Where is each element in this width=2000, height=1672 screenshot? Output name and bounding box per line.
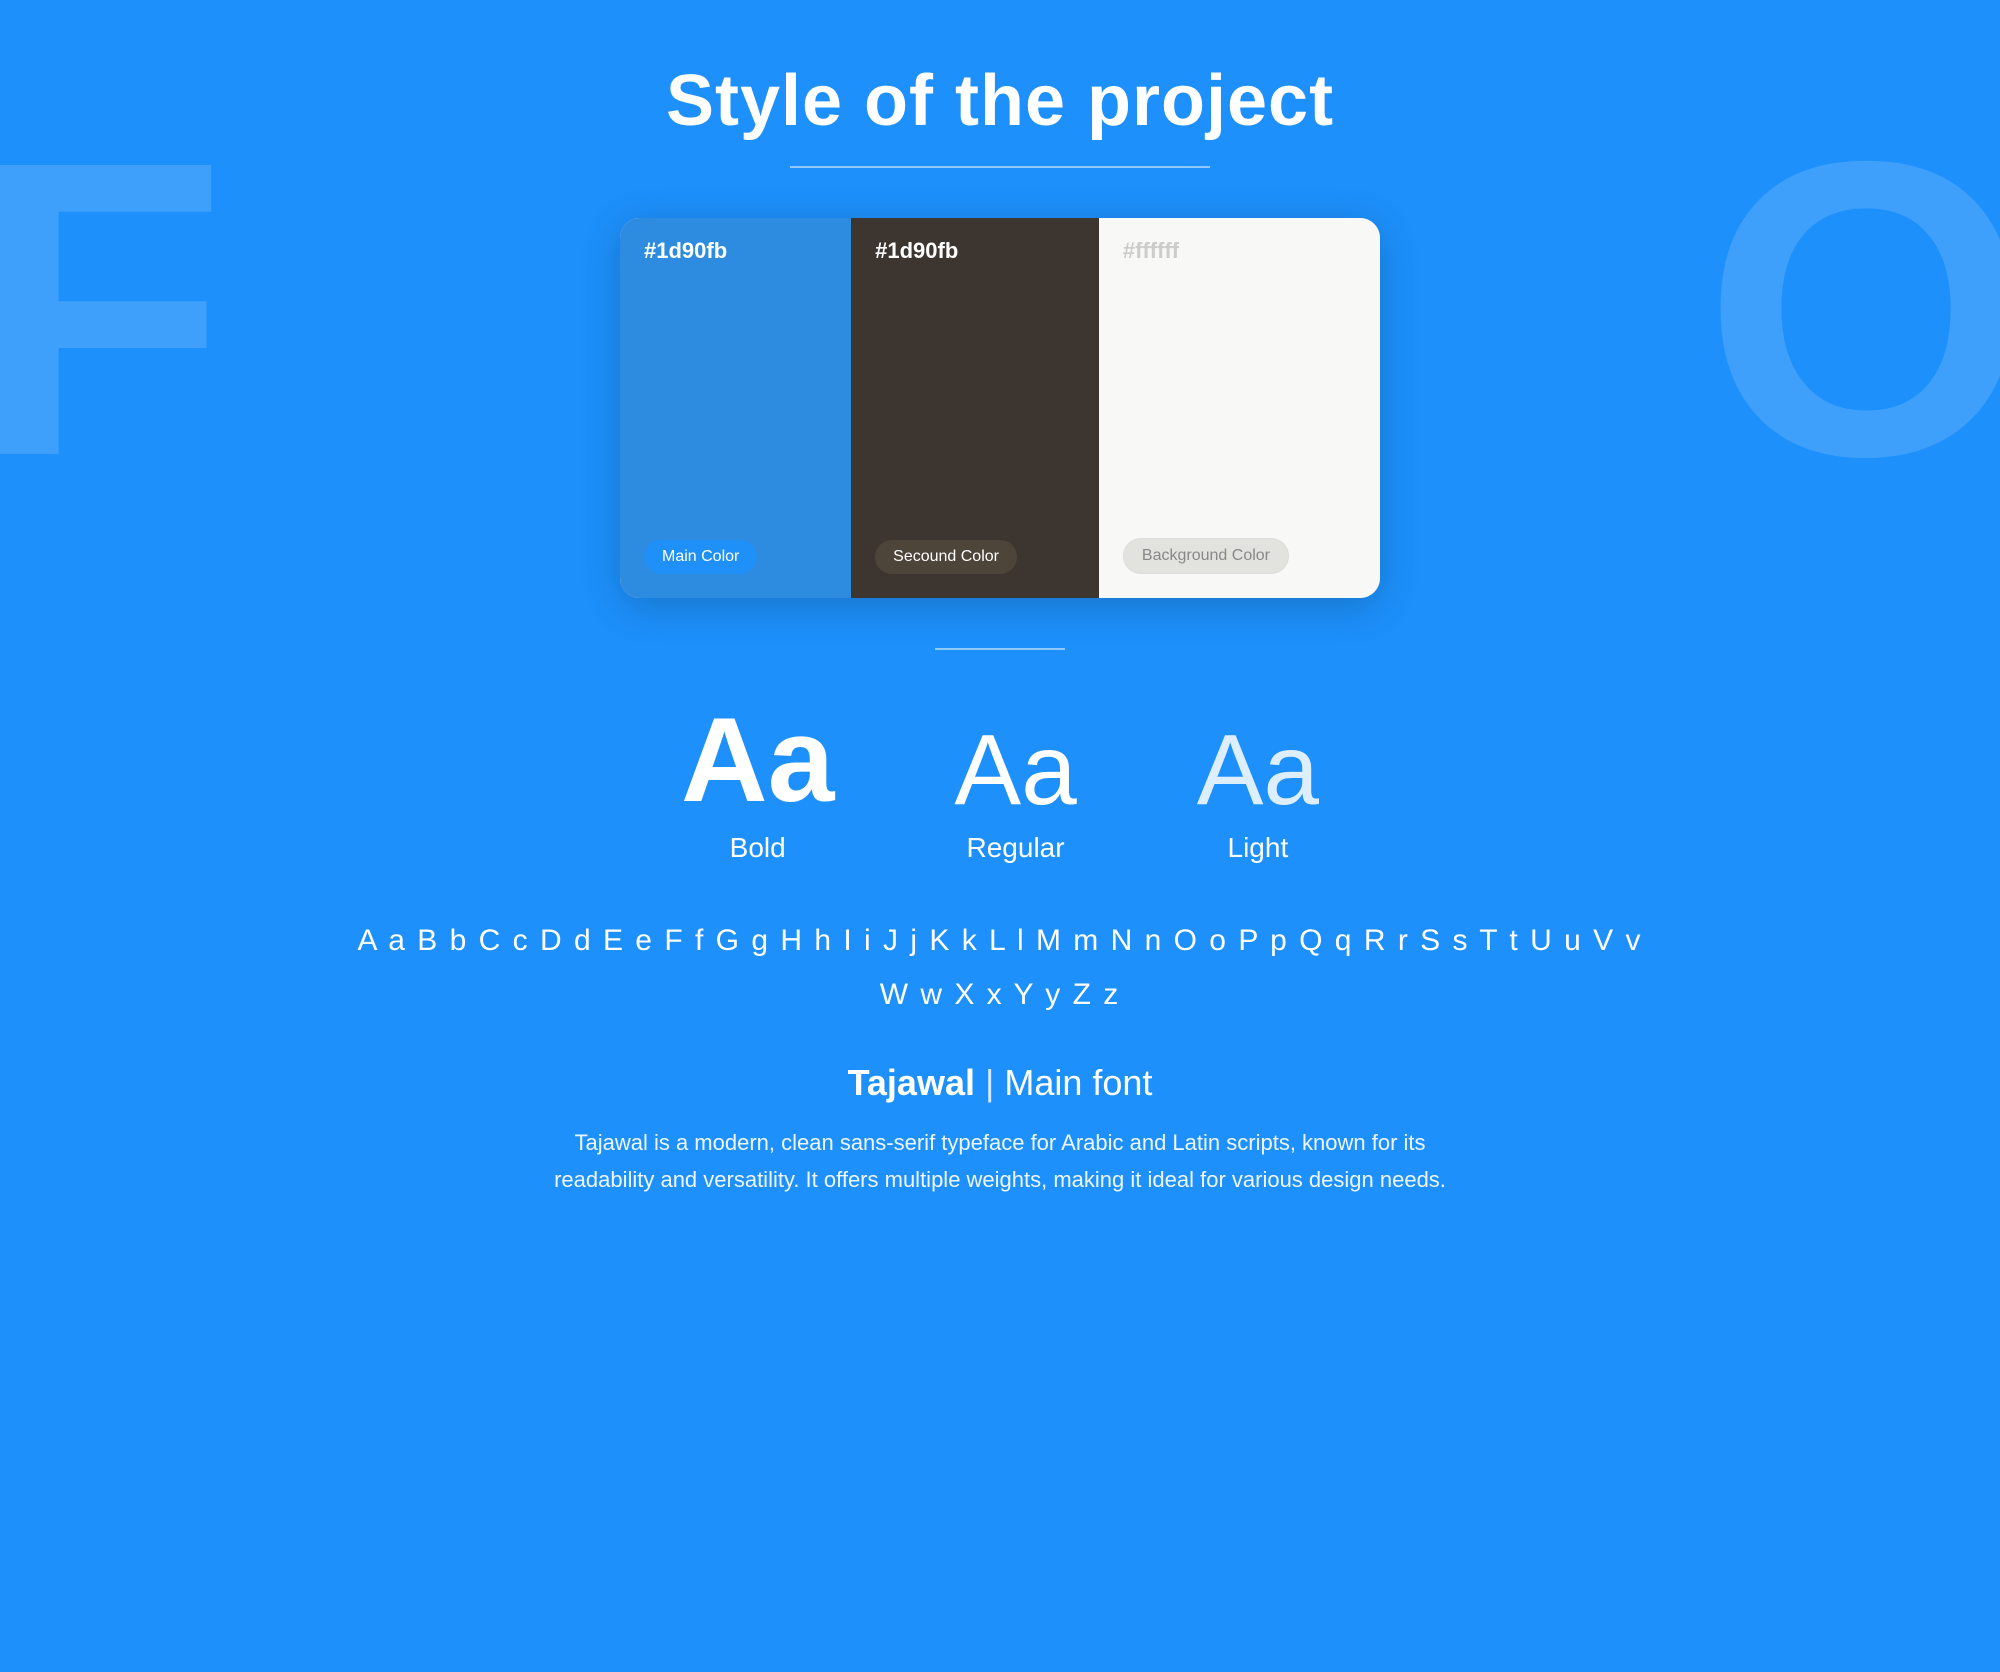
swatch-main: #1d90fb Main Color	[620, 218, 851, 598]
font-light-label: Light	[1228, 832, 1289, 864]
font-bold-label: Bold	[730, 832, 786, 864]
alphabet-line2: W w X x Y y Z z	[358, 968, 1643, 1022]
page-wrapper: Style of the project #1d90fb Main Color …	[0, 0, 2000, 1672]
title-divider	[790, 166, 1210, 168]
swatch-bg-hex: #ffffff	[1123, 238, 1356, 264]
swatch-main-label: Main Color	[644, 540, 757, 574]
alphabet-line1: A a B b C c D d E e F f G g H h I i J j …	[358, 914, 1643, 968]
section-divider	[935, 648, 1065, 650]
font-bold-item: Aa Bold	[681, 700, 834, 864]
font-description: Tajawal is a modern, clean sans-serif ty…	[550, 1124, 1450, 1199]
font-bold-sample: Aa	[681, 700, 834, 820]
font-name-bold: Tajawal	[848, 1062, 975, 1103]
swatch-second-label: Secound Color	[875, 540, 1017, 574]
font-regular-item: Aa Regular	[954, 720, 1076, 864]
font-regular-label: Regular	[967, 832, 1065, 864]
font-info-title: Tajawal|Main font	[550, 1062, 1450, 1104]
swatch-bg: #ffffff Background Color	[1099, 218, 1380, 598]
font-light-sample: Aa	[1197, 720, 1319, 820]
font-weights-row: Aa Bold Aa Regular Aa Light	[681, 700, 1319, 864]
font-subtitle: Main font	[1004, 1062, 1152, 1103]
color-swatches-container: #1d90fb Main Color #1d90fb Secound Color…	[620, 218, 1380, 598]
swatch-second-hex: #1d90fb	[875, 238, 1075, 264]
swatch-bg-label: Background Color	[1123, 538, 1289, 574]
font-info-section: Tajawal|Main font Tajawal is a modern, c…	[550, 1062, 1450, 1199]
swatch-main-hex: #1d90fb	[644, 238, 827, 264]
page-title: Style of the project	[666, 60, 1334, 142]
swatch-second: #1d90fb Secound Color	[851, 218, 1099, 598]
typography-section: Aa Bold Aa Regular Aa Light	[0, 700, 2000, 884]
font-regular-sample: Aa	[954, 720, 1076, 820]
font-light-item: Aa Light	[1197, 720, 1319, 864]
alphabet-section: A a B b C c D d E e F f G g H h I i J j …	[358, 914, 1643, 1022]
font-divider: |	[985, 1062, 994, 1103]
